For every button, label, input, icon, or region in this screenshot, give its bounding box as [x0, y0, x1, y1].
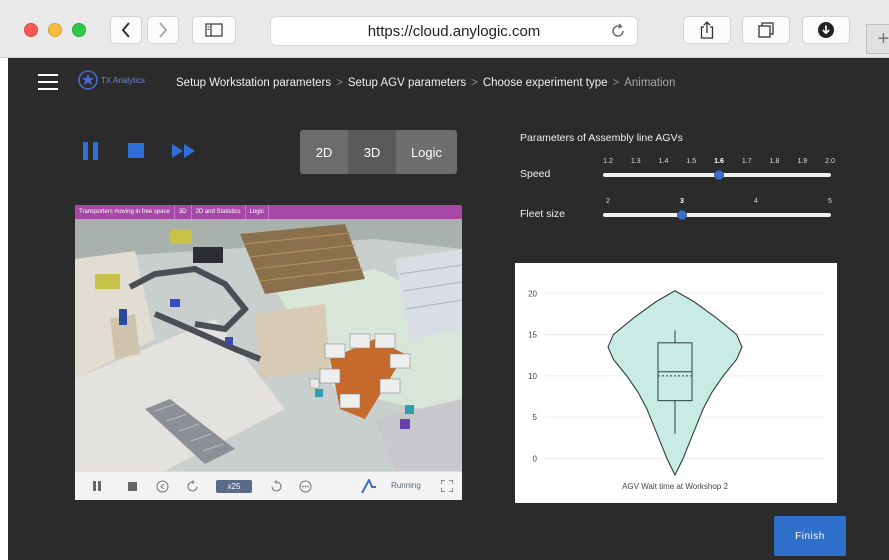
download-icon [818, 22, 834, 38]
sim-faster-icon[interactable] [270, 480, 283, 493]
simulation-tabs: Transporters moving in free space 3D 2D … [75, 205, 462, 219]
chevron-left-icon [121, 22, 130, 38]
parameters-title: Parameters of Assembly line AGVs [520, 132, 683, 144]
fullscreen-icon[interactable] [441, 480, 453, 492]
simulation-toolbar: x25 Running [75, 471, 462, 500]
view-mode-switch: 2D 3D Logic [300, 130, 457, 174]
factory-3d-scene[interactable] [75, 219, 462, 471]
sim-tab-logic[interactable]: Logic [246, 205, 269, 219]
y-tick-label: 10 [528, 372, 537, 381]
breadcrumb-item-agv[interactable]: Setup AGV parameters [348, 77, 466, 89]
speed-tick: 1.9 [797, 158, 808, 165]
fleet-slider-track[interactable] [603, 213, 831, 217]
url-text: https://cloud.anylogic.com [367, 22, 541, 40]
sidebar-toggle-button[interactable] [192, 16, 236, 44]
speed-label: Speed [520, 168, 551, 180]
y-tick-label: 0 [533, 454, 538, 463]
speed-tick: 1.6 [714, 158, 724, 165]
address-bar[interactable]: https://cloud.anylogic.com [270, 16, 638, 46]
maximize-window-button[interactable] [72, 23, 86, 37]
y-tick-label: 5 [533, 413, 538, 422]
share-button[interactable] [683, 16, 731, 44]
star-logo-icon [78, 70, 98, 90]
fleet-tick: 5 [828, 198, 832, 205]
fleet-ticks: 2 3 4 5 [606, 198, 832, 208]
simulation-view[interactable]: Transporters moving in free space 3D 2D … [75, 205, 462, 500]
y-tick-label: 20 [528, 289, 537, 298]
breadcrumb-separator: > [336, 77, 343, 89]
tabs-icon [758, 22, 774, 38]
chevron-right-icon [159, 22, 168, 38]
y-tick-label: 15 [528, 331, 537, 340]
reload-icon[interactable] [609, 22, 627, 40]
violin-plot: 0 5 10 15 20 AGV Wait time at Workshop 2 [528, 289, 825, 491]
sim-tab-2d-stats[interactable]: 2D and Statistics [192, 205, 246, 219]
downloads-button[interactable] [802, 16, 850, 44]
finish-button[interactable]: Finish [774, 516, 846, 556]
speed-tick: 1.7 [741, 158, 752, 165]
logo: TX Analytics [78, 70, 145, 90]
forward-button[interactable] [147, 16, 179, 44]
speed-ticks: 1.2 1.3 1.4 1.5 1.6 1.7 1.8 1.9 2.0 [603, 158, 835, 168]
sim-stop-icon[interactable] [128, 482, 137, 491]
sim-speed-value: x25 [216, 480, 252, 493]
fleet-tick: 3 [680, 198, 684, 205]
minimize-window-button[interactable] [48, 23, 62, 37]
fleet-size-label: Fleet size [520, 208, 565, 220]
fleet-slider-thumb[interactable] [677, 210, 687, 220]
sim-options-icon[interactable] [299, 480, 312, 493]
browser-toolbar: https://cloud.anylogic.com + [0, 0, 889, 58]
speed-tick: 1.3 [630, 158, 641, 165]
breadcrumb-item-animation: Animation [624, 77, 676, 89]
new-tab-button[interactable]: + [866, 24, 889, 54]
speed-slider-thumb[interactable] [714, 170, 724, 180]
menu-icon[interactable] [38, 74, 58, 90]
fleet-tick: 2 [606, 198, 610, 205]
fast-forward-icon[interactable] [172, 144, 196, 158]
fleet-tick: 4 [754, 198, 758, 205]
speed-tick: 1.4 [658, 158, 669, 165]
back-button[interactable] [110, 16, 142, 44]
breadcrumb-separator: > [612, 77, 620, 89]
sim-tab-3d[interactable]: 3D [175, 205, 192, 219]
breadcrumb-item-workstation[interactable]: Setup Workstation parameters [176, 77, 331, 89]
app-window: TX Analytics Setup Workstation parameter… [8, 58, 889, 560]
speed-tick: 1.8 [769, 158, 780, 165]
view-logic-button[interactable]: Logic [396, 130, 457, 174]
tabs-button[interactable] [742, 16, 790, 44]
violin-shape [607, 290, 743, 477]
sim-tab-free-space[interactable]: Transporters moving in free space [75, 205, 175, 219]
logo-text: TX Analytics [101, 75, 146, 85]
wait-time-chart: 0 5 10 15 20 AGV Wait time at Workshop 2 [515, 263, 837, 503]
sim-slower-icon[interactable] [186, 480, 199, 493]
pause-icon[interactable] [82, 142, 100, 160]
breadcrumb-item-experiment[interactable]: Choose experiment type [483, 77, 608, 89]
close-window-button[interactable] [24, 23, 38, 37]
breadcrumb-separator: > [471, 77, 478, 89]
view-2d-button[interactable]: 2D [300, 130, 348, 174]
breadcrumb: Setup Workstation parameters > Setup AGV p… [176, 77, 675, 89]
sim-pause-icon[interactable] [92, 481, 102, 491]
speed-tick: 2.0 [825, 158, 835, 165]
sim-step-back-icon[interactable] [156, 480, 169, 493]
x-axis-label: AGV Wait time at Workshop 2 [622, 482, 728, 491]
speed-tick: 1.5 [686, 158, 697, 165]
speed-tick: 1.2 [603, 158, 613, 165]
sidebar-icon [205, 23, 223, 37]
anylogic-logo-icon [361, 479, 376, 494]
view-3d-button[interactable]: 3D [348, 130, 396, 174]
stop-icon[interactable] [128, 142, 144, 158]
sim-status: Running [391, 481, 421, 490]
share-icon [700, 21, 714, 39]
